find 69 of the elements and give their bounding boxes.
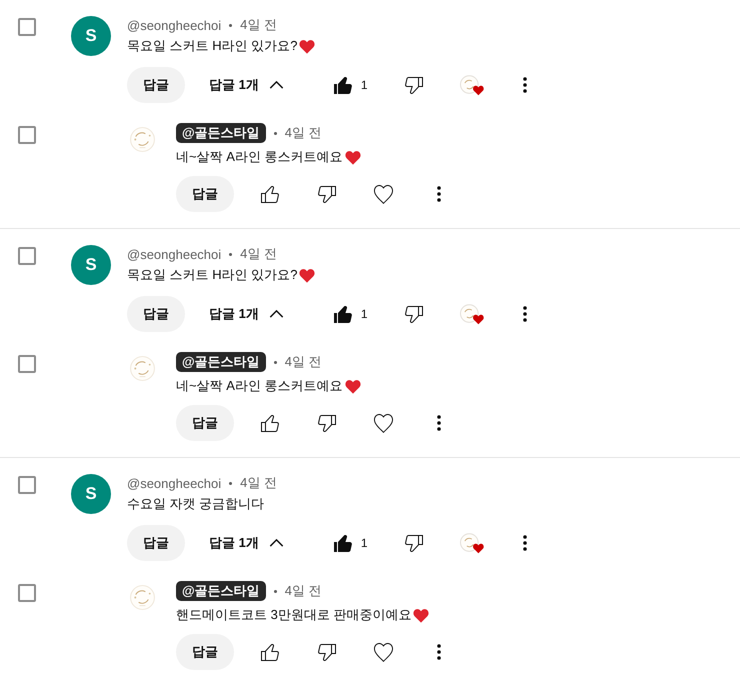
separator-dot-icon bbox=[274, 590, 277, 592]
thumbs-down-icon[interactable] bbox=[404, 534, 423, 552]
heart-outline-icon[interactable] bbox=[374, 184, 393, 204]
like-button[interactable]: 1 bbox=[334, 534, 368, 552]
separator-dot-icon bbox=[229, 24, 232, 26]
vertical-dots-icon[interactable] bbox=[437, 186, 441, 202]
thumbs-up-icon[interactable] bbox=[261, 186, 279, 202]
thumbs-down-icon[interactable] bbox=[318, 644, 336, 660]
replies-toggle[interactable]: 답글 1개 bbox=[209, 534, 284, 552]
checkbox[interactable] bbox=[18, 247, 36, 265]
thumbs-down-icon[interactable] bbox=[404, 76, 423, 94]
reply-button[interactable]: 답글 bbox=[176, 176, 234, 212]
comment-time: 4일 전 bbox=[240, 245, 277, 263]
comment-time: 4일 전 bbox=[284, 353, 322, 371]
channel-owner-name[interactable]: @골든스타일 bbox=[176, 352, 266, 372]
separator-dot-icon bbox=[274, 132, 277, 134]
reply-button[interactable]: 답글 bbox=[176, 405, 234, 441]
reply-button[interactable]: 답글 bbox=[176, 634, 234, 670]
comment-text: 목요일 스커트 H라인 있가요? bbox=[127, 266, 298, 284]
caret-up-icon bbox=[268, 80, 284, 90]
separator-dot-icon bbox=[274, 360, 277, 364]
comment-text: 핸드메이트코트 3만원대로 판매중이예요 bbox=[176, 606, 412, 624]
comment-text: 수요일 자캣 궁금합니다 bbox=[127, 495, 264, 513]
caret-up-icon bbox=[268, 309, 284, 319]
vertical-dots-icon[interactable] bbox=[522, 77, 527, 93]
username[interactable]: @seongheechoi bbox=[127, 476, 222, 490]
username[interactable]: @seongheechoi bbox=[127, 246, 222, 262]
checkbox[interactable] bbox=[18, 355, 36, 373]
comment-time: 4일 전 bbox=[284, 582, 322, 600]
like-button[interactable]: 1 bbox=[334, 76, 368, 94]
comment-time: 4일 전 bbox=[240, 16, 277, 34]
checkbox[interactable] bbox=[18, 126, 36, 144]
like-button[interactable]: 1 bbox=[334, 306, 368, 322]
channel-owner-name[interactable]: @골든스타일 bbox=[176, 581, 266, 601]
vertical-dots-icon[interactable] bbox=[522, 306, 527, 322]
thumbs-up-icon[interactable] bbox=[261, 644, 279, 660]
checkbox[interactable] bbox=[18, 584, 36, 602]
heart-outline-icon[interactable] bbox=[374, 642, 393, 662]
comment-text: 네~살짝 A라인 롱스커트예요 bbox=[176, 148, 342, 166]
thumbs-up-icon[interactable] bbox=[261, 414, 279, 432]
checkbox[interactable] bbox=[18, 18, 36, 36]
replies-toggle[interactable]: 답글 1개 bbox=[209, 305, 284, 323]
reply-button[interactable]: 답글 bbox=[127, 67, 185, 103]
user-avatar[interactable]: S bbox=[71, 474, 111, 514]
hearted-avatar-icon[interactable] bbox=[460, 532, 484, 554]
comment-time: 4일 전 bbox=[240, 474, 277, 492]
username[interactable]: @seongheechoi bbox=[127, 18, 222, 32]
hearted-avatar-icon[interactable] bbox=[460, 74, 484, 96]
vertical-dots-icon[interactable] bbox=[522, 535, 527, 551]
separator-dot-icon bbox=[229, 252, 232, 256]
hearted-avatar-icon[interactable] bbox=[460, 304, 484, 324]
thumbs-down-icon[interactable] bbox=[404, 306, 423, 322]
thumbs-down-icon[interactable] bbox=[318, 414, 336, 432]
thumbs-down-icon[interactable] bbox=[318, 186, 336, 202]
reply-button[interactable]: 답글 bbox=[127, 296, 185, 332]
replies-toggle[interactable]: 답글 1개 bbox=[209, 76, 284, 94]
user-avatar[interactable]: S bbox=[71, 16, 111, 56]
separator-dot-icon bbox=[229, 482, 232, 484]
comment-text: 목요일 스커트 H라인 있가요? bbox=[127, 37, 298, 55]
reply-button[interactable]: 답글 bbox=[127, 525, 185, 561]
vertical-dots-icon[interactable] bbox=[437, 415, 441, 431]
checkbox[interactable] bbox=[18, 476, 36, 494]
channel-owner-name[interactable]: @골든스타일 bbox=[176, 123, 266, 143]
heart-outline-icon[interactable] bbox=[374, 414, 393, 432]
user-avatar[interactable]: S bbox=[71, 245, 111, 285]
caret-up-icon bbox=[268, 538, 284, 548]
vertical-dots-icon[interactable] bbox=[437, 644, 441, 660]
comment-time: 4일 전 bbox=[284, 124, 322, 142]
comment-text: 네~살짝 A라인 롱스커트예요 bbox=[176, 377, 342, 395]
